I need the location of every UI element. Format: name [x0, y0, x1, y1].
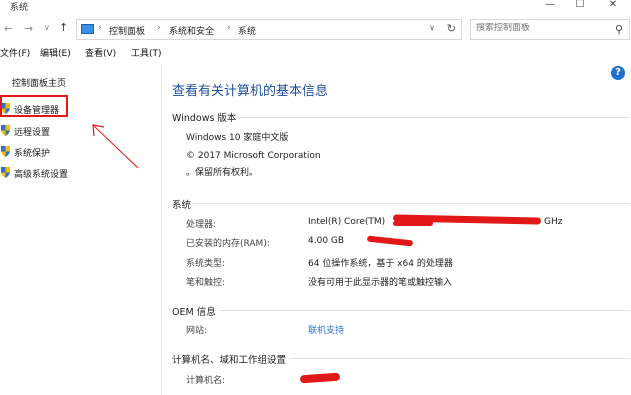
- computer-name-heading: 计算机名、域和工作组设置: [172, 355, 287, 366]
- breadcrumb-control-panel[interactable]: 控制面板: [109, 24, 145, 37]
- menu-view[interactable]: 查看(V): [85, 46, 116, 59]
- maximize-button[interactable]: ☐: [565, 0, 595, 12]
- page-title: 查看有关计算机的基本信息: [172, 84, 329, 99]
- breadcrumb-system-security[interactable]: 系统和安全: [169, 24, 214, 37]
- minimize-button[interactable]: —: [535, 0, 565, 12]
- system-type-label: 系统类型:: [186, 259, 226, 269]
- oem-heading: OEM 信息: [172, 307, 216, 318]
- redaction-mark: [366, 235, 414, 247]
- pen-touch-value: 没有可用于此显示器的笔或触控输入: [308, 278, 453, 288]
- sidebar-item-label: 高级系统设置: [14, 170, 69, 180]
- address-bar[interactable]: › 控制面板 › 系统和安全 › 系统 ∨ ↻: [76, 19, 462, 40]
- title-bar: 系统 — ☐ ✕: [0, 0, 631, 14]
- search-icon[interactable]: ⚲: [615, 23, 623, 36]
- annotation-highlight-box: [0, 95, 68, 117]
- breadcrumb-separator-icon: ›: [98, 23, 102, 33]
- breadcrumb-system[interactable]: 系统: [238, 24, 256, 37]
- section-divider: [220, 310, 630, 311]
- search-input[interactable]: [476, 23, 606, 33]
- recent-dropdown-icon[interactable]: ∨: [44, 23, 50, 32]
- breadcrumb-separator-icon: ›: [157, 23, 161, 33]
- section-divider: [290, 358, 630, 359]
- menu-bar: 文件(F) 编辑(E) 查看(V) 工具(T): [0, 46, 631, 60]
- copyright-text: © 2017 Microsoft Corporation: [186, 151, 321, 161]
- address-dropdown-icon[interactable]: ∨: [429, 23, 435, 32]
- refresh-icon[interactable]: ↻: [447, 22, 456, 35]
- control-panel-home-link[interactable]: 控制面板主页: [12, 76, 66, 89]
- search-box[interactable]: ⚲: [470, 19, 630, 40]
- close-button[interactable]: ✕: [598, 0, 628, 12]
- forward-icon[interactable]: →: [24, 22, 33, 35]
- system-type-value: 64 位操作系统，基于 x64 的处理器: [308, 259, 453, 269]
- processor-label: 处理器:: [186, 220, 217, 230]
- shield-icon: [1, 167, 10, 178]
- breadcrumb-separator-icon: ›: [227, 23, 231, 33]
- window-title: 系统: [10, 3, 29, 13]
- pen-touch-label: 笔和触控:: [186, 278, 226, 288]
- shield-icon: [1, 146, 10, 157]
- back-icon[interactable]: ←: [4, 22, 13, 35]
- control-panel-icon: [81, 24, 94, 34]
- sidebar-item-label: 系统保护: [14, 149, 51, 159]
- section-divider: [236, 117, 630, 118]
- shield-icon: [1, 125, 10, 136]
- menu-edit[interactable]: 编辑(E): [40, 46, 71, 59]
- processor-value-unit: GHz: [544, 217, 563, 227]
- annotation-arrow-icon: [92, 124, 139, 169]
- online-support-link[interactable]: 联机支持: [308, 323, 344, 336]
- windows-edition-heading: Windows 版本: [172, 113, 237, 124]
- redaction-mark: [299, 372, 341, 384]
- ram-value: 4.00 GB: [308, 236, 345, 246]
- windows-edition-value: Windows 10 家庭中文版: [186, 133, 289, 143]
- sidebar-item-label: 远程设置: [14, 128, 51, 138]
- menu-file[interactable]: 文件(F): [0, 46, 30, 59]
- redaction-mark: [393, 221, 433, 226]
- rights-text: 。保留所有权利。: [186, 168, 259, 178]
- computer-name-label: 计算机名:: [186, 376, 226, 386]
- system-heading: 系统: [172, 200, 192, 211]
- section-divider: [192, 203, 630, 204]
- menu-tools[interactable]: 工具(T): [131, 46, 162, 59]
- website-label: 网站:: [186, 326, 208, 336]
- ram-label: 已安装的内存(RAM):: [186, 239, 270, 249]
- processor-value: Intel(R) Core(TM): [308, 217, 386, 227]
- up-icon[interactable]: ↑: [59, 21, 68, 34]
- help-icon[interactable]: ?: [611, 66, 625, 80]
